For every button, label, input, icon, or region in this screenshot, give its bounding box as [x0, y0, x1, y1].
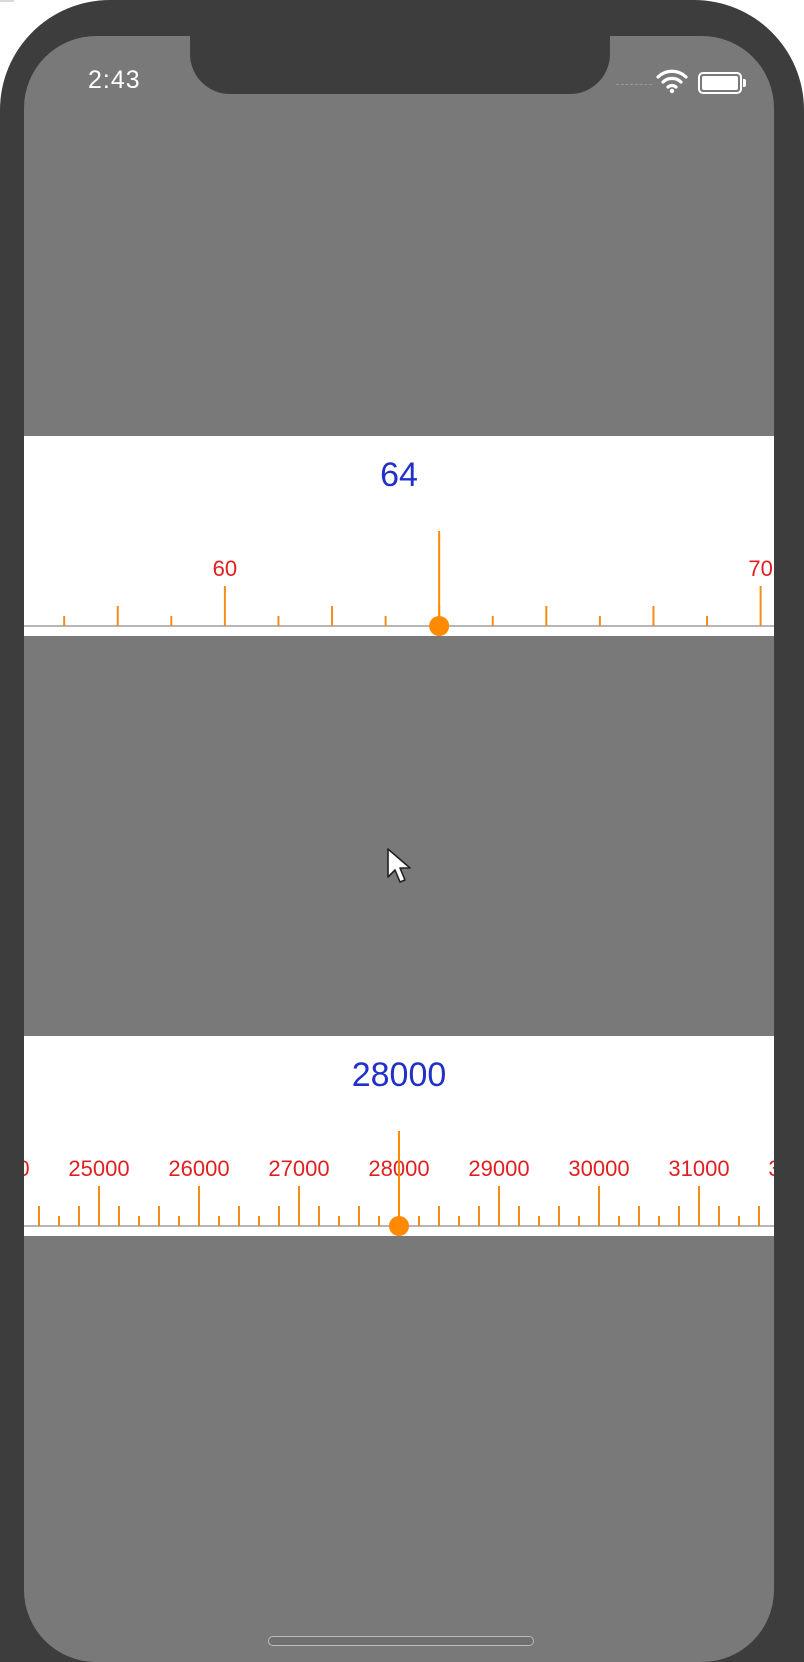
status-time: 2:43: [88, 66, 141, 94]
ruler-tick-label: 29000: [468, 1156, 529, 1181]
ruler-picker-small[interactable]: 64 60 70: [24, 436, 774, 636]
ruler-tick-label: 30000: [568, 1156, 629, 1181]
ruler-indicator-handle[interactable]: [389, 1216, 409, 1236]
signal-icon: [616, 84, 652, 89]
ruler-tick-label: 60: [213, 556, 237, 581]
ruler-tick-label: 70: [748, 556, 772, 581]
phone-frame: 2:43 64 6070 28000 240002500026000270002…: [0, 0, 804, 1662]
ruler-tick-label: 25000: [68, 1156, 129, 1181]
ruler-tick-label: 32000: [768, 1156, 774, 1181]
ruler-tick-label: 24000: [24, 1156, 30, 1181]
wifi-icon: [656, 69, 688, 94]
desktop-edge: [0, 0, 14, 2]
ruler-scale[interactable]: 60 70: [24, 436, 774, 636]
home-indicator[interactable]: [268, 1636, 534, 1646]
ruler-tick-label: 27000: [268, 1156, 329, 1181]
ruler-tick-label: 26000: [168, 1156, 229, 1181]
mouse-pointer-icon: [387, 848, 411, 883]
ruler-indicator-handle[interactable]: [429, 616, 450, 636]
camera-notch: [190, 36, 610, 94]
ruler-picker-large[interactable]: 28000 2400025000260002700028000290003000…: [24, 1036, 774, 1236]
battery-icon: [698, 72, 746, 94]
ruler-scale[interactable]: 2400025000260002700028000290003000031000…: [24, 1036, 774, 1236]
ruler-tick-label: 31000: [668, 1156, 729, 1181]
